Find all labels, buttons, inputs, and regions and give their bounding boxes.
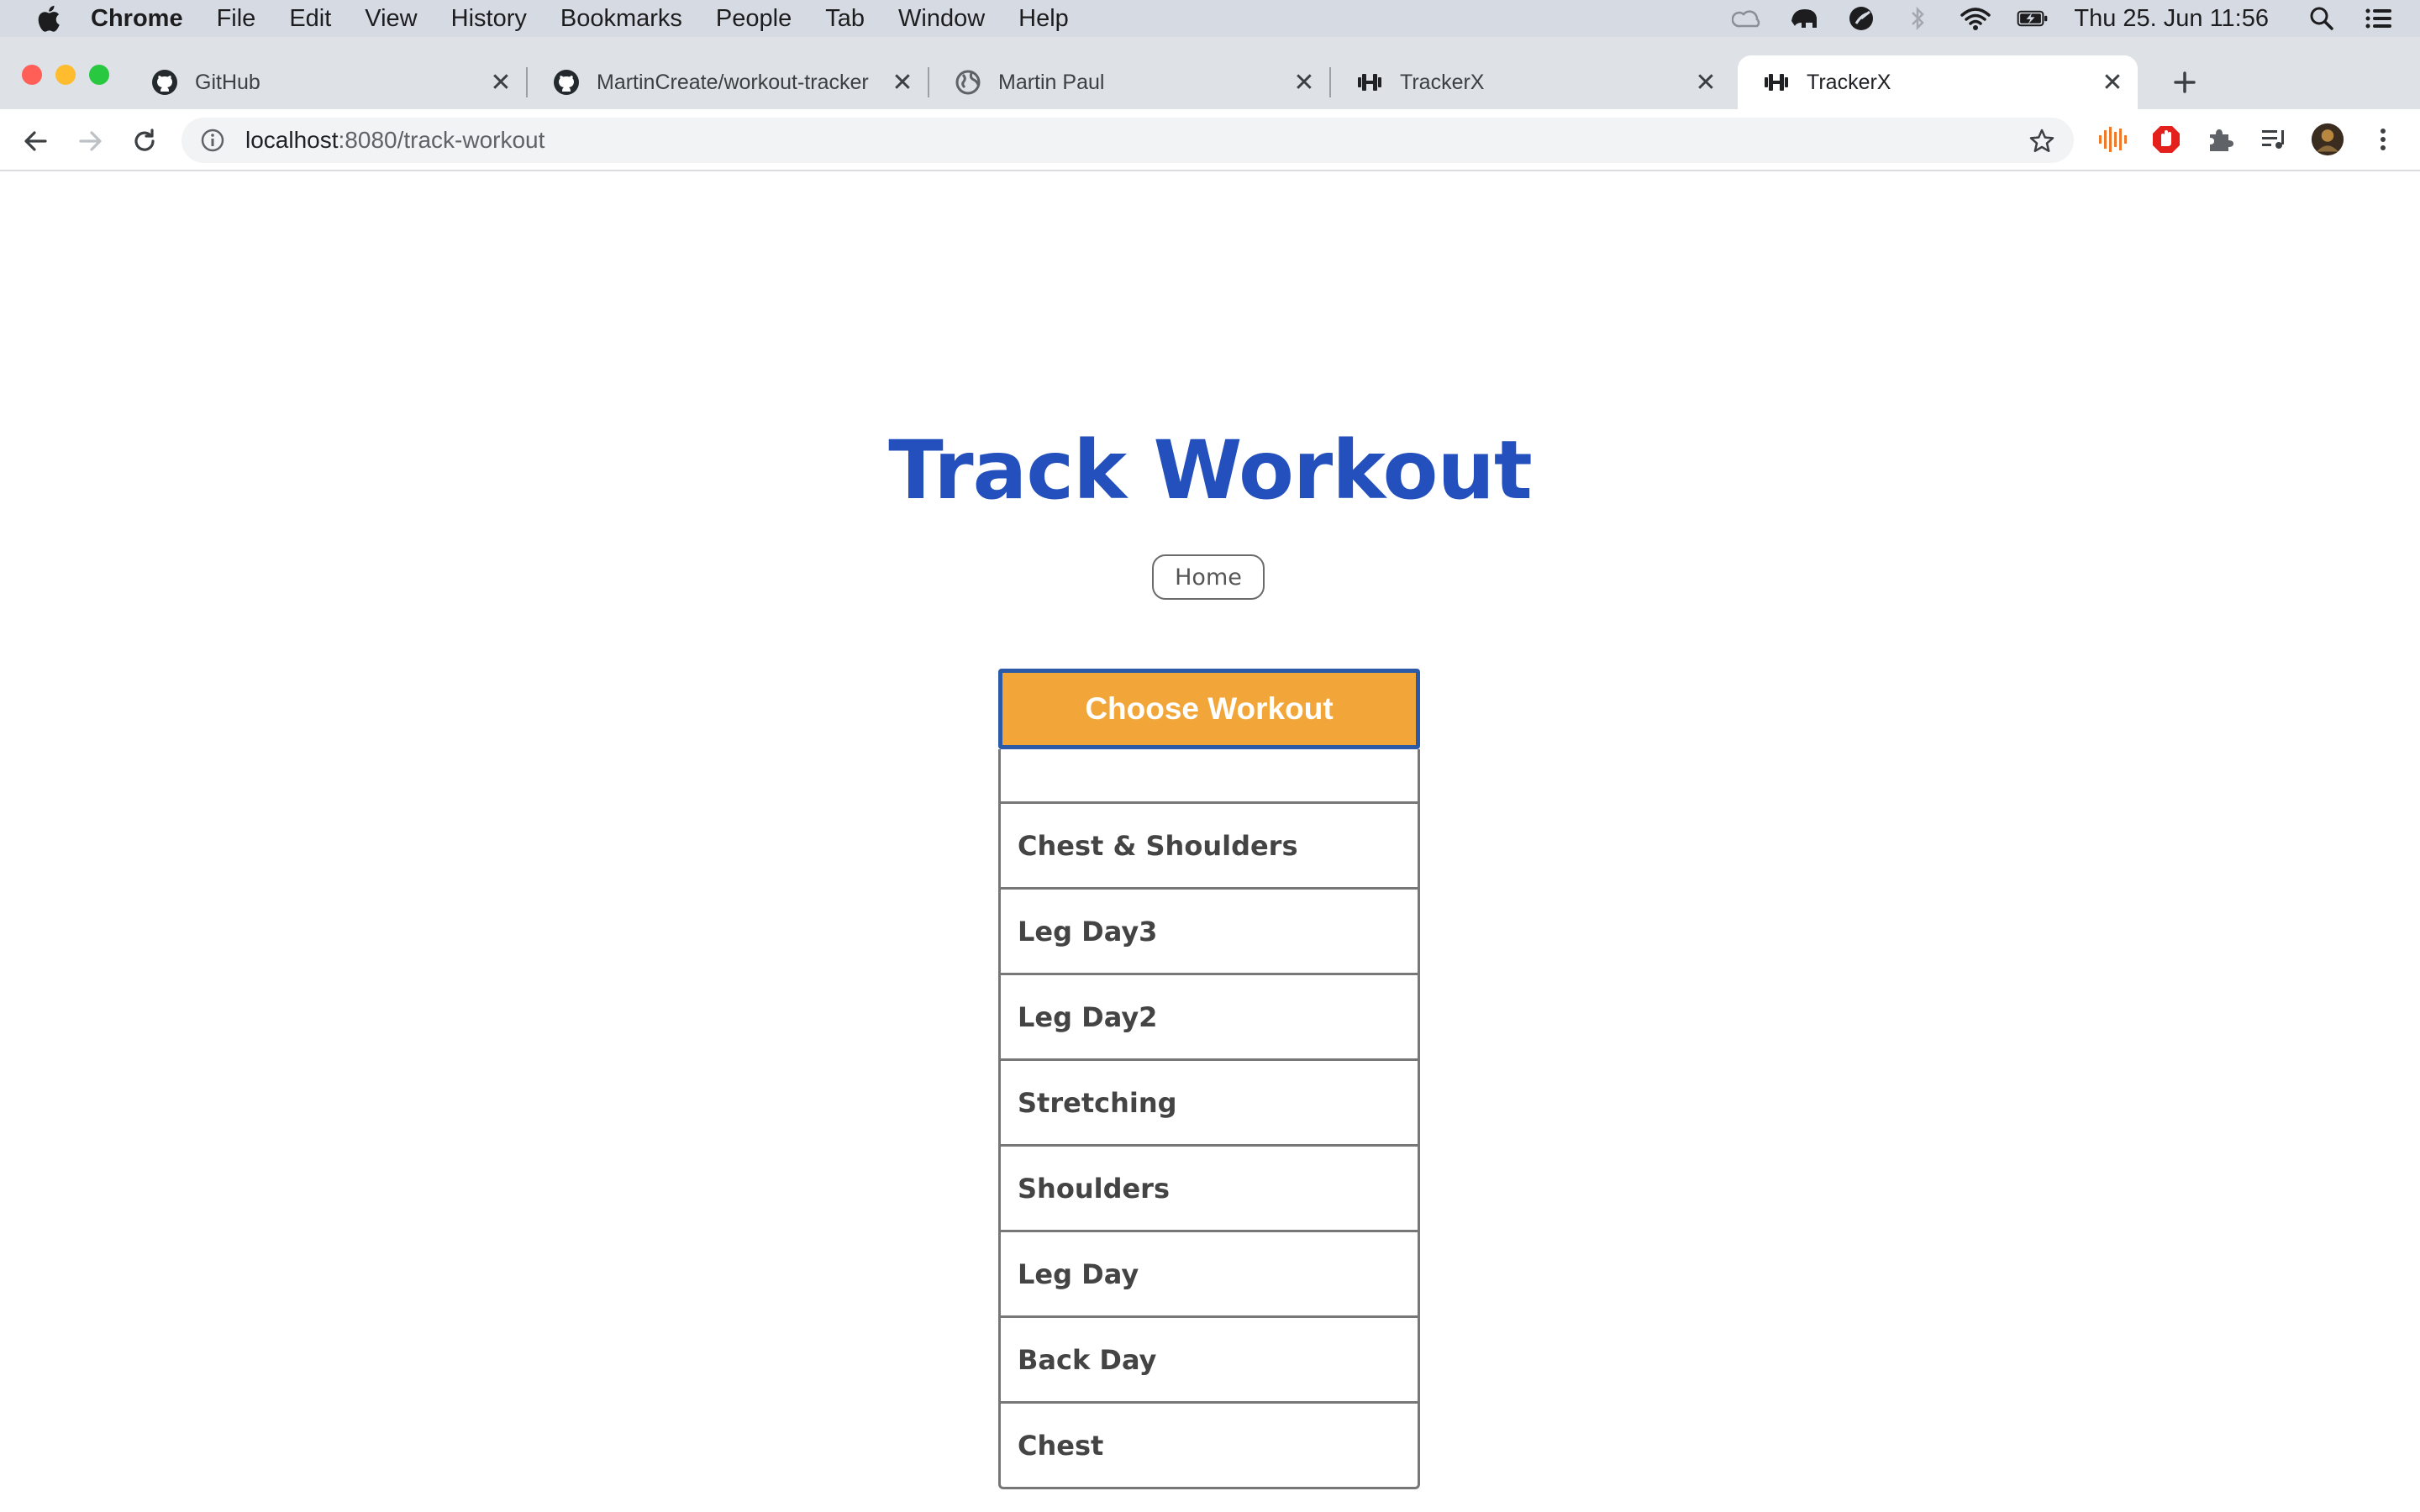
menu-people[interactable]: People xyxy=(716,5,792,33)
workout-option-shoulders[interactable]: Shoulders xyxy=(1001,1147,1418,1232)
wifi-icon[interactable] xyxy=(1960,4,1991,33)
menu-bar-tray: Thu 25. Jun 11:56 xyxy=(1731,0,2420,37)
menu-bar-clock[interactable]: Thu 25. Jun 11:56 xyxy=(2074,5,2269,33)
browser-tab-github[interactable]: GitHub ✕ xyxy=(126,55,528,109)
menu-edit[interactable]: Edit xyxy=(289,5,331,33)
workout-option-leg-day[interactable]: Leg Day xyxy=(1001,1232,1418,1318)
elephant-icon[interactable] xyxy=(1788,4,1820,33)
url-path: :8080/track-workout xyxy=(338,127,545,153)
tab-title: Martin Paul xyxy=(998,70,1105,94)
menu-file[interactable]: File xyxy=(217,5,256,33)
workout-option-chest[interactable]: Chest xyxy=(1001,1404,1418,1487)
tab-title: TrackerX xyxy=(1807,70,1891,94)
browser-tab-workout-tracker-repo[interactable]: MartinCreate/workout-tracker ✕ xyxy=(528,55,929,109)
workout-options-list: Chest & Shoulders Leg Day3 Leg Day2 Stre… xyxy=(998,749,1420,1489)
close-tab-icon[interactable]: ✕ xyxy=(487,69,514,97)
new-tab-button[interactable] xyxy=(2158,55,2212,109)
tab-title: TrackerX xyxy=(1400,70,1485,94)
window-minimize-button[interactable] xyxy=(55,65,76,85)
extensions-puzzle-icon[interactable] xyxy=(2203,123,2237,156)
address-bar[interactable]: localhost:8080/track-workout xyxy=(182,118,2074,163)
browser-tab-trackerx[interactable]: TrackerX ✕ xyxy=(1331,55,1731,109)
github-icon xyxy=(553,69,580,96)
reload-button[interactable] xyxy=(128,124,161,158)
workout-option-back-day[interactable]: Back Day xyxy=(1001,1318,1418,1404)
bluetooth-icon[interactable] xyxy=(1902,4,1934,33)
page-title: Track Workout xyxy=(888,423,1532,517)
window-zoom-button[interactable] xyxy=(89,65,109,85)
close-tab-icon[interactable]: ✕ xyxy=(1692,69,1719,97)
profile-avatar[interactable] xyxy=(2311,123,2344,156)
menu-history[interactable]: History xyxy=(451,5,527,33)
ad-blocker-icon[interactable] xyxy=(2149,123,2183,156)
menu-view[interactable]: View xyxy=(365,5,417,33)
bookmark-star-icon[interactable] xyxy=(2028,128,2055,155)
workout-selector: Choose Workout Chest & Shoulders Leg Day… xyxy=(998,669,1420,1489)
workout-option-empty[interactable] xyxy=(1001,749,1418,804)
site-info-icon[interactable] xyxy=(200,128,225,153)
browser-tab-martin-paul[interactable]: Martin Paul ✕ xyxy=(929,55,1331,109)
notification-center-icon[interactable] xyxy=(2363,4,2395,33)
url-host: localhost xyxy=(245,127,339,153)
chrome-menu-icon[interactable] xyxy=(2366,123,2400,156)
macos-menu-bar: Chrome File Edit View History Bookmarks … xyxy=(0,0,2420,37)
tab-title: MartinCreate/workout-tracker xyxy=(597,70,869,94)
home-button[interactable]: Home xyxy=(1152,554,1265,600)
spotlight-search-icon[interactable] xyxy=(2306,4,2338,33)
forward-button[interactable] xyxy=(74,124,108,158)
tab-title: GitHub xyxy=(195,70,260,94)
menu-app-name[interactable]: Chrome xyxy=(91,5,183,33)
workout-option-leg-day3[interactable]: Leg Day3 xyxy=(1001,890,1418,975)
close-tab-icon[interactable]: ✕ xyxy=(1291,69,1318,97)
dumbbell-icon xyxy=(1356,69,1383,96)
creative-cloud-icon[interactable] xyxy=(1731,4,1763,33)
choose-workout-button[interactable]: Choose Workout xyxy=(998,669,1420,749)
browser-tab-strip: GitHub ✕ MartinCreate/workout-tracker ✕ … xyxy=(0,37,2420,109)
menu-tab[interactable]: Tab xyxy=(825,5,865,33)
apple-icon[interactable] xyxy=(34,3,62,34)
globe-icon xyxy=(955,69,981,96)
workout-option-chest-shoulders[interactable]: Chest & Shoulders xyxy=(1001,804,1418,890)
radar-icon[interactable] xyxy=(1845,4,1877,33)
menu-bookmarks[interactable]: Bookmarks xyxy=(560,5,682,33)
close-tab-icon[interactable]: ✕ xyxy=(2099,69,2126,97)
close-tab-icon[interactable]: ✕ xyxy=(889,69,916,97)
workout-option-leg-day2[interactable]: Leg Day2 xyxy=(1001,975,1418,1061)
github-icon xyxy=(151,69,178,96)
workout-option-stretching[interactable]: Stretching xyxy=(1001,1061,1418,1147)
dumbbell-icon xyxy=(1763,69,1790,96)
menu-window[interactable]: Window xyxy=(898,5,985,33)
battery-icon[interactable] xyxy=(2017,4,2049,33)
menu-help[interactable]: Help xyxy=(1018,5,1069,33)
audio-extension-icon[interactable] xyxy=(2096,123,2129,156)
back-button[interactable] xyxy=(18,124,52,158)
browser-tab-trackerx-active[interactable]: TrackerX ✕ xyxy=(1738,55,2138,109)
media-queue-icon[interactable] xyxy=(2257,123,2291,156)
browser-toolbar: localhost:8080/track-workout xyxy=(0,109,2420,171)
window-close-button[interactable] xyxy=(22,65,42,85)
